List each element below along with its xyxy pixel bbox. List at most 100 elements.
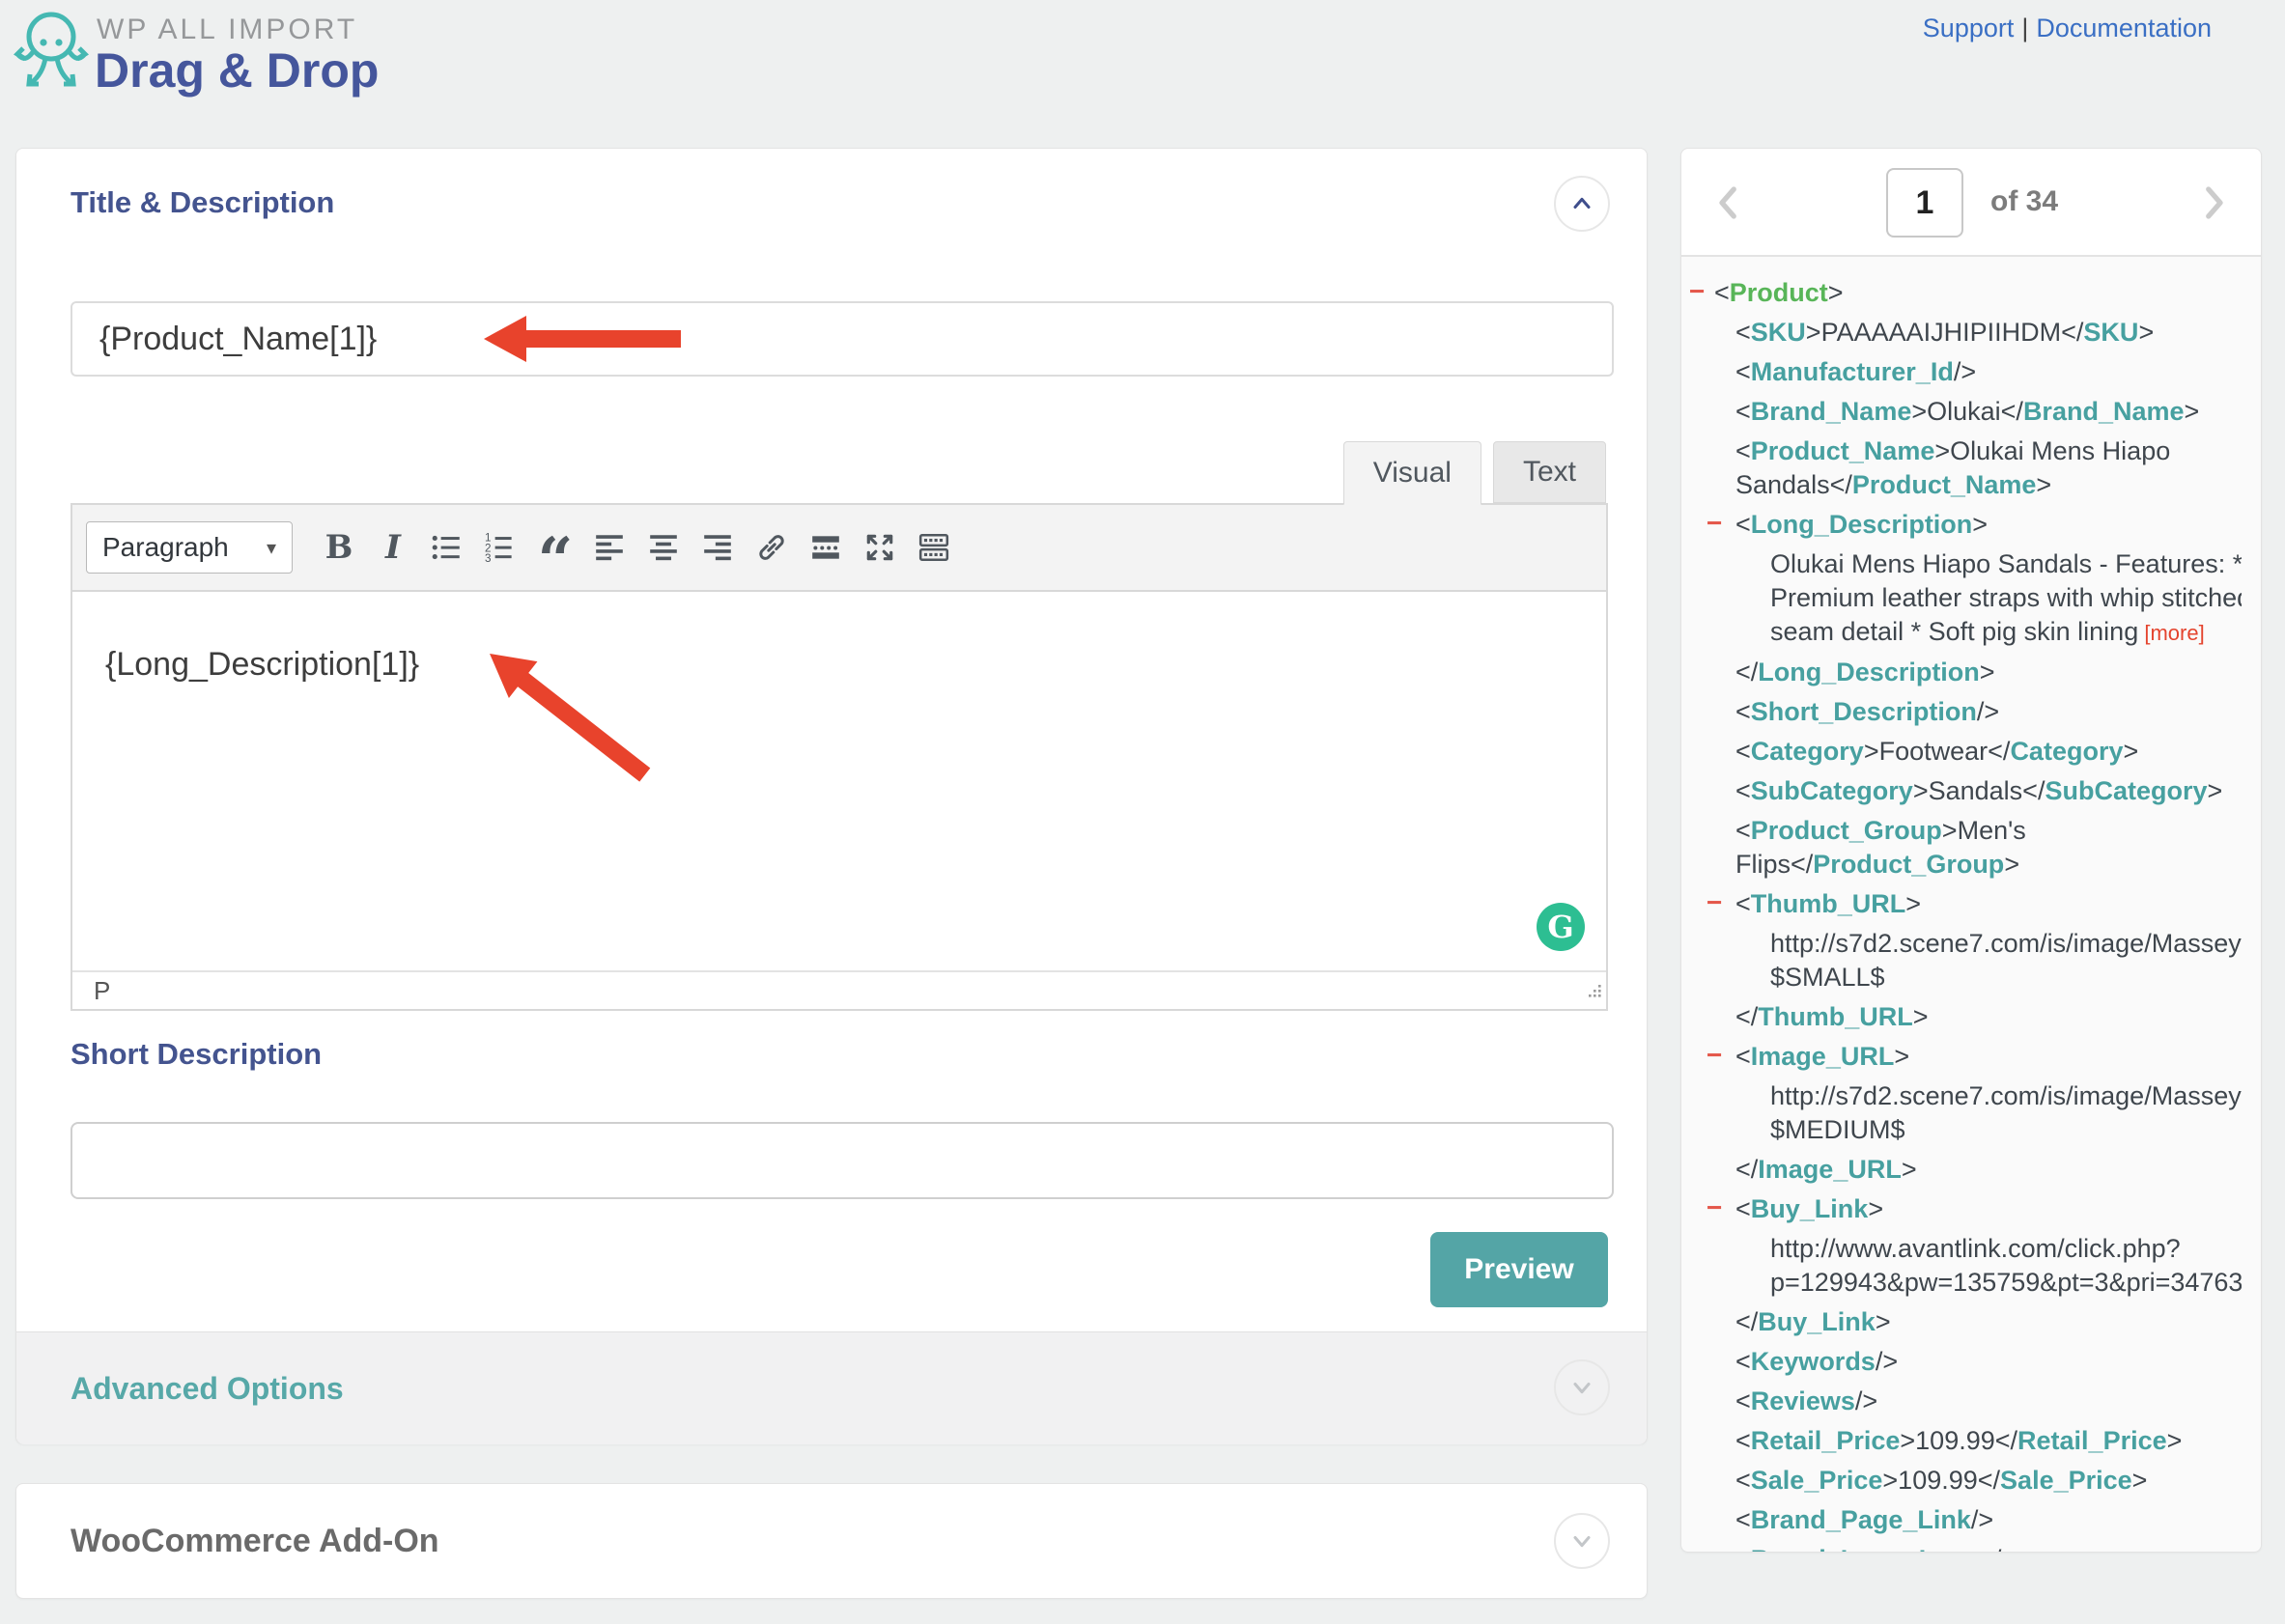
xml-tag-name: Thumb_URL xyxy=(1751,889,1905,918)
collapse-toggle-icon[interactable]: − xyxy=(1707,506,1722,540)
xml-bracket: > xyxy=(2185,397,2200,426)
xml-tag-name: Sale_Price xyxy=(1751,1466,1883,1495)
wysiwyg-editor: Paragraph ▾ B I 1 2 3 xyxy=(71,503,1608,1011)
tab-text[interactable]: Text xyxy=(1493,441,1606,503)
advanced-options-title: Advanced Options xyxy=(71,1371,344,1407)
more-tag-icon[interactable] xyxy=(803,524,849,571)
xml-node[interactable]: <Retail_Price>109.99</Retail_Price> xyxy=(1681,1424,2247,1458)
xml-node[interactable]: <Product_Group>Men's Flips</Product_Grou… xyxy=(1681,814,2247,882)
xml-value-line: $SMALL$ xyxy=(1770,961,2242,994)
xml-node[interactable]: <Brand_Logo_Image/> xyxy=(1681,1543,2247,1552)
xml-bracket: > xyxy=(2132,1466,2148,1495)
xml-node[interactable]: <Short_Description/> xyxy=(1681,695,2247,729)
header-links: Support| Documentation xyxy=(1923,14,2212,43)
xml-tag-name: Product_Name xyxy=(1852,470,2037,499)
xml-node[interactable]: </Image_URL> xyxy=(1681,1153,2247,1187)
xml-tag-name: Product_Group xyxy=(1813,850,2004,879)
xml-node[interactable]: −<Buy_Link> xyxy=(1681,1192,2247,1226)
xml-value-text: PAAAAAIJHIPIIHDM xyxy=(1821,318,2062,347)
collapse-toggle-icon[interactable]: − xyxy=(1689,274,1705,308)
xml-node[interactable]: <Brand_Page_Link/> xyxy=(1681,1503,2247,1537)
post-title-input[interactable] xyxy=(71,301,1614,377)
bullet-list-icon[interactable] xyxy=(424,524,470,571)
xml-node[interactable]: −<Image_URL> xyxy=(1681,1040,2247,1074)
xml-bracket: < xyxy=(1735,697,1751,726)
xml-bracket: > xyxy=(1905,889,1921,918)
xml-node[interactable]: <Manufacturer_Id/> xyxy=(1681,355,2247,389)
expand-advanced-button[interactable] xyxy=(1554,1359,1610,1415)
xml-bracket: > xyxy=(2167,1426,2183,1455)
link-icon[interactable] xyxy=(748,524,795,571)
xml-value-line: Premium leather straps with whip stitche… xyxy=(1770,581,2242,615)
paragraph-format-select[interactable]: Paragraph ▾ xyxy=(86,521,293,574)
select-caret-icon: ▾ xyxy=(267,536,276,560)
xml-node[interactable]: <Keywords/> xyxy=(1681,1345,2247,1379)
xml-node[interactable]: <SKU>PAAAAAIJHIPIIHDM</SKU> xyxy=(1681,316,2247,350)
grammarly-icon[interactable]: G xyxy=(1537,903,1585,951)
xml-node[interactable]: </Long_Description> xyxy=(1681,656,2247,689)
collapse-toggle-icon[interactable]: − xyxy=(1707,885,1722,919)
preview-button[interactable]: Preview xyxy=(1430,1232,1608,1307)
xml-node[interactable]: <Reviews/> xyxy=(1681,1385,2247,1418)
numbered-list-icon[interactable]: 1 2 3 xyxy=(478,524,524,571)
xml-bracket: > xyxy=(1882,1466,1898,1495)
xml-bracket: < xyxy=(1735,436,1751,465)
xml-node[interactable]: <SubCategory>Sandals</SubCategory> xyxy=(1681,774,2247,808)
xml-node[interactable]: <Brand_Name>Olukai</Brand_Name> xyxy=(1681,395,2247,429)
xml-node[interactable]: <Sale_Price>109.99</Sale_Price> xyxy=(1681,1464,2247,1498)
tab-visual[interactable]: Visual xyxy=(1343,441,1481,505)
align-center-icon[interactable] xyxy=(640,524,687,571)
record-number-input[interactable] xyxy=(1886,168,1963,238)
bold-icon[interactable]: B xyxy=(316,524,362,571)
collapse-toggle-icon[interactable]: − xyxy=(1707,1190,1722,1224)
xml-bracket: </ xyxy=(2001,397,2023,426)
xml-bracket: < xyxy=(1735,889,1751,918)
xml-bracket: < xyxy=(1735,1466,1751,1495)
xml-node[interactable]: −<Product> xyxy=(1681,276,2247,310)
blockquote-icon[interactable]: “ xyxy=(532,524,578,571)
next-record-button[interactable] xyxy=(2193,182,2234,229)
support-link[interactable]: Support xyxy=(1923,14,2015,42)
collapse-toggle-icon[interactable]: − xyxy=(1707,1038,1722,1072)
editor-content-area[interactable]: {Long_Description[1]} G xyxy=(72,592,1606,970)
expand-woocommerce-button[interactable] xyxy=(1554,1513,1610,1569)
xml-node[interactable]: <Category>Footwear</Category> xyxy=(1681,735,2247,769)
italic-icon[interactable]: I xyxy=(370,524,416,571)
align-right-icon[interactable] xyxy=(694,524,741,571)
octopus-logo-icon xyxy=(14,8,89,96)
xml-bracket: < xyxy=(1735,1194,1751,1223)
short-description-input[interactable] xyxy=(71,1122,1614,1199)
xml-bracket: > xyxy=(1911,397,1927,426)
xml-node[interactable]: −<Thumb_URL> xyxy=(1681,887,2247,921)
resize-handle-icon[interactable] xyxy=(1585,977,1602,1007)
more-link[interactable]: [more] xyxy=(2138,621,2204,645)
xml-tag-name: Long_Description xyxy=(1751,510,1973,539)
xml-bracket: </ xyxy=(1735,1307,1758,1336)
xml-bracket: /> xyxy=(1876,1347,1898,1376)
xml-bracket: > xyxy=(1868,1194,1883,1223)
red-arrow-annotation xyxy=(475,635,663,797)
svg-text:3: 3 xyxy=(485,552,492,564)
xml-tag-name: Product_Name xyxy=(1751,436,1935,465)
title-description-section: Title & Description Visual Text Paragrap… xyxy=(16,149,1647,1331)
fullscreen-icon[interactable] xyxy=(857,524,903,571)
xml-bracket: </ xyxy=(1978,1466,2000,1495)
keyboard-shortcuts-icon[interactable] xyxy=(911,524,957,571)
xml-node[interactable]: <Product_Name>Olukai Mens Hiapo Sandals<… xyxy=(1681,434,2247,502)
xml-bracket: > xyxy=(2036,470,2051,499)
align-left-icon[interactable] xyxy=(586,524,633,571)
xml-bracket: > xyxy=(1806,318,1821,347)
xml-value-line: http://www.avantlink.com/click.php? xyxy=(1770,1232,2242,1266)
xml-node[interactable]: </Buy_Link> xyxy=(1681,1305,2247,1339)
xml-bracket: /> xyxy=(1855,1386,1877,1415)
previous-record-button[interactable] xyxy=(1708,182,1749,229)
documentation-link[interactable]: Documentation xyxy=(2036,14,2212,42)
link-separator: | xyxy=(2021,14,2028,42)
xml-tag-name: Sale_Price xyxy=(2000,1466,2132,1495)
collapse-section-button[interactable] xyxy=(1554,176,1610,232)
xml-bracket: > xyxy=(1942,816,1958,845)
xml-bracket: </ xyxy=(1995,1426,2017,1455)
xml-tag-name: Buy_Link xyxy=(1751,1194,1869,1223)
xml-node[interactable]: </Thumb_URL> xyxy=(1681,1000,2247,1034)
xml-node[interactable]: −<Long_Description> xyxy=(1681,508,2247,542)
